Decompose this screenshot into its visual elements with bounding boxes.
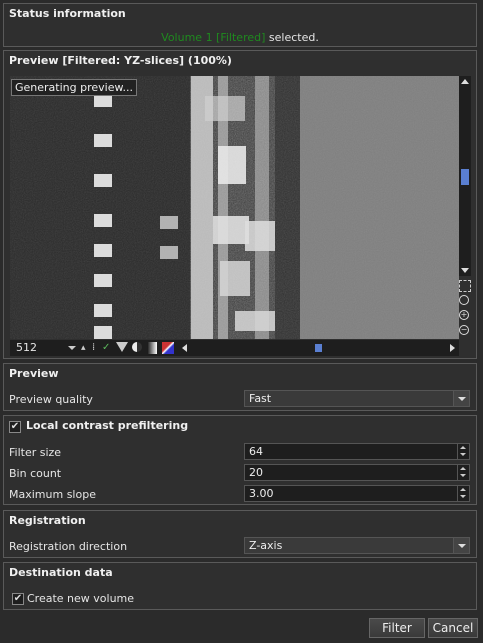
horizontal-scroll-thumb[interactable] (315, 344, 322, 352)
maximum-slope-input[interactable]: 3.00 (244, 485, 470, 502)
preview-toolbar: 512 ▴ ⁞ ✓ (10, 340, 459, 356)
create-new-volume-checkbox[interactable]: ✔ (12, 593, 24, 605)
scroll-right-arrow-icon[interactable] (450, 344, 455, 352)
preview-image-canvas (10, 76, 459, 339)
slice-value: 512 (16, 341, 37, 354)
destination-title: Destination data (9, 566, 113, 579)
maximum-slope-spin-icon[interactable] (457, 486, 469, 501)
filter-size-spin-icon[interactable] (457, 444, 469, 459)
preview-image[interactable]: Generating preview... (10, 76, 459, 339)
vertical-scroll-thumb[interactable] (461, 169, 469, 185)
color-map-icon[interactable] (162, 342, 174, 354)
bin-count-input[interactable]: 20 (244, 464, 470, 481)
maximum-slope-value: 3.00 (249, 487, 274, 500)
preview-quality-value: Fast (249, 392, 272, 405)
maximum-slope-label: Maximum slope (9, 488, 96, 501)
filter-size-label: Filter size (9, 446, 62, 459)
gradient-icon[interactable] (147, 342, 157, 354)
zoom-icon[interactable] (459, 295, 469, 305)
registration-direction-label: Registration direction (9, 540, 128, 553)
scroll-down-arrow-icon[interactable] (461, 268, 469, 273)
zoom-out-icon[interactable]: − (459, 325, 469, 335)
cancel-button[interactable]: Cancel (428, 618, 478, 638)
generating-preview-label: Generating preview... (11, 79, 137, 96)
preview-vertical-scrollbar[interactable] (459, 76, 471, 276)
local-contrast-title: Local contrast prefiltering (26, 419, 189, 432)
slice-dropdown-arrow-icon[interactable] (68, 346, 76, 350)
destination-group: Destination data ✔ Create new volume (3, 562, 477, 610)
preview-panel-title: Preview [Filtered: YZ-slices] (100%) (9, 54, 232, 67)
scroll-left-arrow-icon[interactable] (182, 344, 187, 352)
scroll-up-arrow-icon[interactable] (461, 79, 469, 84)
preview-quality-select[interactable]: Fast (244, 390, 470, 407)
filter-size-value: 64 (249, 445, 263, 458)
registration-group: Registration Registration direction Z-ax… (3, 510, 477, 558)
status-group: Status information Volume 1 [Filtered] s… (3, 3, 477, 47)
status-title: Status information (9, 7, 126, 20)
preview-horizontal-scrollbar[interactable] (180, 342, 459, 354)
preview-quality-label: Preview quality (9, 393, 93, 406)
filter-icon[interactable] (116, 342, 128, 352)
slice-combo[interactable]: 512 (12, 341, 78, 355)
status-suffix: selected. (268, 31, 319, 44)
bin-count-value: 20 (249, 466, 263, 479)
create-new-volume-label: Create new volume (27, 592, 135, 605)
registration-direction-select[interactable]: Z-axis (244, 537, 470, 554)
preview-settings-group: Preview Preview quality Fast (3, 363, 477, 411)
registration-title: Registration (9, 514, 86, 527)
preview-settings-title: Preview (9, 367, 59, 380)
zoom-in-icon[interactable]: + (459, 310, 469, 320)
local-contrast-group: ✔ Local contrast prefiltering Filter siz… (3, 415, 477, 505)
preview-panel: Preview [Filtered: YZ-slices] (100%) Gen… (3, 50, 477, 359)
registration-direction-value: Z-axis (249, 539, 283, 552)
status-message: Volume 1 [Filtered] selected. (4, 31, 476, 44)
filter-button[interactable]: Filter (369, 618, 425, 638)
bin-count-label: Bin count (9, 467, 62, 480)
chevron-down-icon[interactable] (453, 538, 469, 553)
bin-count-spin-icon[interactable] (457, 465, 469, 480)
chevron-down-icon[interactable] (453, 391, 469, 406)
selected-volume-name: Volume 1 [Filtered] (161, 31, 266, 44)
line-tool-icon[interactable]: ✓ (102, 342, 114, 354)
circle-icon[interactable] (132, 342, 142, 352)
fit-view-icon[interactable] (459, 280, 471, 292)
filter-size-input[interactable]: 64 (244, 443, 470, 460)
local-contrast-checkbox[interactable]: ✔ (9, 421, 21, 433)
